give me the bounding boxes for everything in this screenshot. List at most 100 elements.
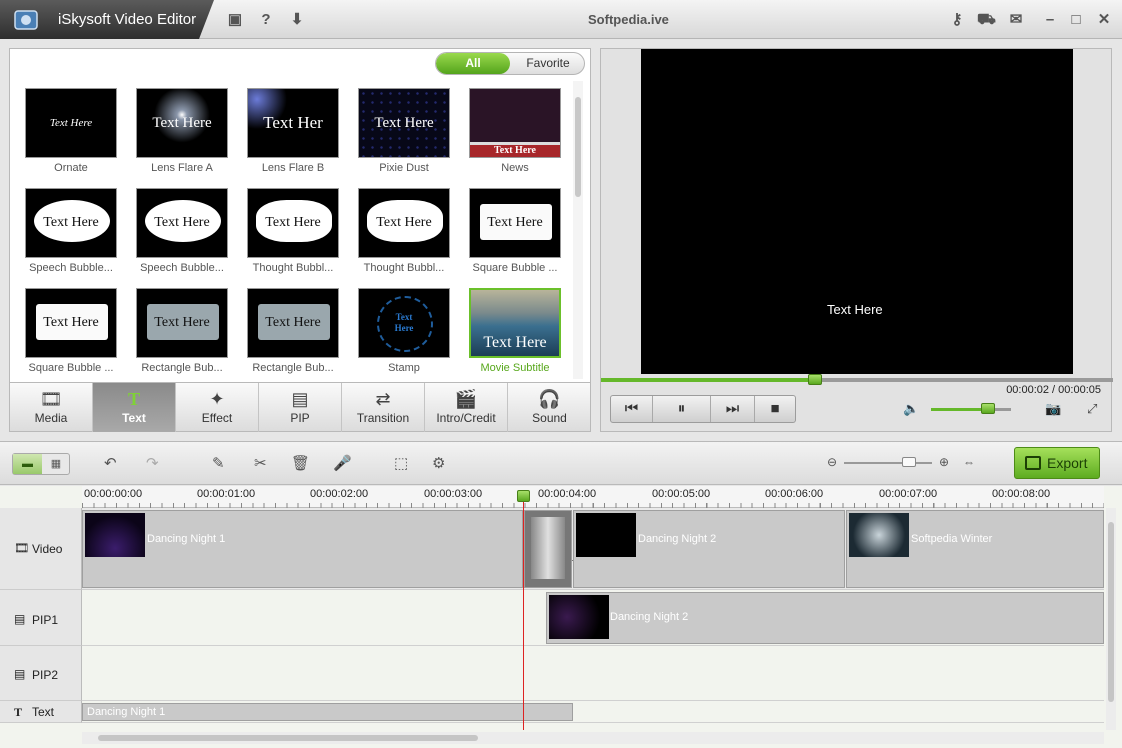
text-template-rectangle-bubble-2[interactable]: Text Here Rectangle Bub... (247, 288, 339, 374)
template-thumbnail: Text Here (136, 188, 228, 258)
edit-icon[interactable]: ✎ (212, 454, 225, 472)
video-lane: Dancing Night 1 Dancing Night 2 Softpedi… (82, 508, 1104, 590)
undo-icon[interactable]: ↶ (104, 454, 117, 472)
track-label-text: T Text (0, 701, 82, 723)
trash-icon[interactable]: 🗑 (291, 454, 310, 472)
film-icon: 🎞 (39, 389, 63, 409)
preview-panel: Text Here 00:00:02 / 00:00:05 ⏮ ⏸ ⏭ ■ 🔈 … (600, 48, 1113, 432)
key-icon[interactable]: ⚷ (948, 11, 966, 29)
cart-icon[interactable]: ⛟ (977, 11, 996, 29)
storyboard-view-icon[interactable]: ▦ (42, 454, 70, 474)
tab-sound[interactable]: 🎧 Sound (508, 383, 591, 432)
template-thumbnail: Text Her (247, 88, 339, 158)
close-icon[interactable]: ✕ (1095, 11, 1113, 29)
export-icon (1025, 456, 1041, 470)
text-clip[interactable]: Dancing Night 1 (82, 703, 573, 721)
maximize-icon[interactable]: □ (1067, 11, 1085, 29)
download-icon[interactable]: ⬇ (288, 11, 306, 29)
volume-slider[interactable] (931, 408, 1011, 411)
previous-frame-icon[interactable]: ⏮ (611, 396, 653, 422)
video-clip[interactable]: Dancing Night 1 (82, 510, 523, 588)
pip-icon: ▤ (291, 389, 309, 409)
time-ruler[interactable]: 00:00:00:00 00:00:01:00 00:00:02:00 00:0… (82, 486, 1104, 508)
library-filter: All Favorite (435, 52, 585, 75)
template-thumbnail: Text Here (358, 188, 450, 258)
next-frame-icon[interactable]: ⏭ (711, 396, 755, 422)
template-thumbnail: Text Here (358, 88, 450, 158)
video-clip[interactable]: Dancing Night 2 (573, 510, 845, 588)
text-template-rectangle-bubble-1[interactable]: Text Here Rectangle Bub... (136, 288, 228, 374)
timeline-vertical-scrollbar[interactable] (1106, 508, 1116, 730)
pip-icon: ▤ (14, 612, 26, 626)
crop-icon[interactable]: ⬚ (394, 454, 408, 472)
save-icon[interactable]: ▣ (226, 11, 244, 29)
text-template-lens-flare-a[interactable]: Text Here Lens Flare A (136, 88, 228, 174)
fullscreen-icon[interactable]: ⤢ (1087, 401, 1097, 417)
text-template-lens-flare-b[interactable]: Text Her Lens Flare B (247, 88, 339, 174)
film-icon: 🎞 (14, 541, 30, 555)
pip1-lane: Dancing Night 2 (82, 590, 1104, 646)
filter-favorite-button[interactable]: Favorite (510, 53, 584, 74)
text-template-square-bubble-1[interactable]: Text Here Square Bubble ... (469, 188, 561, 274)
tab-pip[interactable]: ▤ PIP (259, 383, 342, 432)
settings-icon[interactable]: ⚙ (432, 454, 445, 472)
video-clip[interactable]: Softpedia Winter (846, 510, 1104, 588)
view-toggle: ▬ ▦ (12, 453, 70, 475)
scrollbar-thumb[interactable] (1108, 522, 1114, 702)
zoom-out-icon[interactable]: ⊖ (827, 455, 837, 469)
text-template-speech-bubble-1[interactable]: Text Here Speech Bubble... (25, 188, 117, 274)
transition-icon: ⇄ (375, 389, 391, 409)
text-template-ornate[interactable]: Text Here Ornate (25, 88, 117, 174)
tab-intro-credit[interactable]: 🎬 Intro/Credit (425, 383, 508, 432)
text-t-icon: T (127, 389, 140, 409)
export-button[interactable]: Export (1014, 447, 1100, 479)
scrollbar-thumb[interactable] (98, 735, 478, 741)
template-thumbnail: Text Here (247, 288, 339, 358)
playhead-line (523, 494, 524, 730)
tab-transition[interactable]: ⇄ Transition (342, 383, 425, 432)
text-template-speech-bubble-2[interactable]: Text Here Speech Bubble... (136, 188, 228, 274)
filter-all-button[interactable]: All (436, 53, 510, 74)
microphone-icon[interactable]: 🎤 (333, 454, 352, 472)
text-template-pixie-dust[interactable]: Text Here Pixie Dust (358, 88, 450, 174)
snapshot-camera-icon[interactable]: 📷 (1045, 401, 1061, 417)
pause-icon[interactable]: ⏸ (653, 396, 711, 422)
zoom-slider[interactable] (844, 462, 932, 464)
playback-progress[interactable] (601, 378, 1113, 382)
volume-handle[interactable] (981, 403, 995, 414)
playhead-handle[interactable] (517, 490, 530, 502)
tab-media[interactable]: 🎞 Media (10, 383, 93, 432)
scrollbar-thumb[interactable] (575, 97, 581, 197)
pip-clip[interactable]: Dancing Night 2 (546, 592, 1104, 644)
tab-text[interactable]: T Text (93, 383, 176, 432)
zoom-handle[interactable] (902, 457, 916, 467)
text-library-panel: All Favorite Text Here Ornate Text Here … (9, 48, 591, 432)
playback-controls: ⏮ ⏸ ⏭ ■ (610, 395, 796, 423)
tab-effect[interactable]: ✦ Effect (176, 383, 259, 432)
volume-icon[interactable]: 🔈 (903, 401, 919, 417)
text-template-square-bubble-2[interactable]: Text Here Square Bubble ... (25, 288, 117, 374)
text-template-thought-bubble-1[interactable]: Text Here Thought Bubbl... (247, 188, 339, 274)
playback-handle[interactable] (808, 374, 823, 385)
text-lane: Dancing Night 1 (82, 701, 1104, 723)
scissors-icon[interactable]: ✂ (254, 454, 267, 472)
text-template-news[interactable]: Text Here News (469, 88, 561, 174)
stop-icon[interactable]: ■ (755, 396, 795, 422)
timeline-view-icon[interactable]: ▬ (13, 454, 42, 474)
text-template-thought-bubble-2[interactable]: Text Here Thought Bubbl... (358, 188, 450, 274)
timeline-horizontal-scrollbar[interactable] (82, 732, 1104, 744)
zoom-in-icon[interactable]: ⊕ (939, 455, 949, 469)
library-scrollbar[interactable] (573, 81, 583, 379)
help-icon[interactable]: ? (257, 11, 275, 29)
template-thumbnail: Text Here (25, 88, 117, 158)
text-template-movie-subtitle[interactable]: Text Here Movie Subtitle (469, 288, 561, 374)
redo-icon[interactable]: ↷ (146, 454, 159, 472)
text-template-stamp[interactable]: Text Here Stamp (358, 288, 450, 374)
template-thumbnail: Text Here (136, 88, 228, 158)
chat-icon[interactable]: ✉ (1007, 11, 1025, 29)
minimize-icon[interactable]: – (1041, 11, 1059, 29)
transition-clip[interactable] (524, 510, 572, 588)
track-label-pip1: ▤ PIP1 (0, 590, 82, 646)
fit-timeline-icon[interactable]: ⇔ (963, 455, 975, 469)
app-logo-icon (14, 10, 38, 30)
